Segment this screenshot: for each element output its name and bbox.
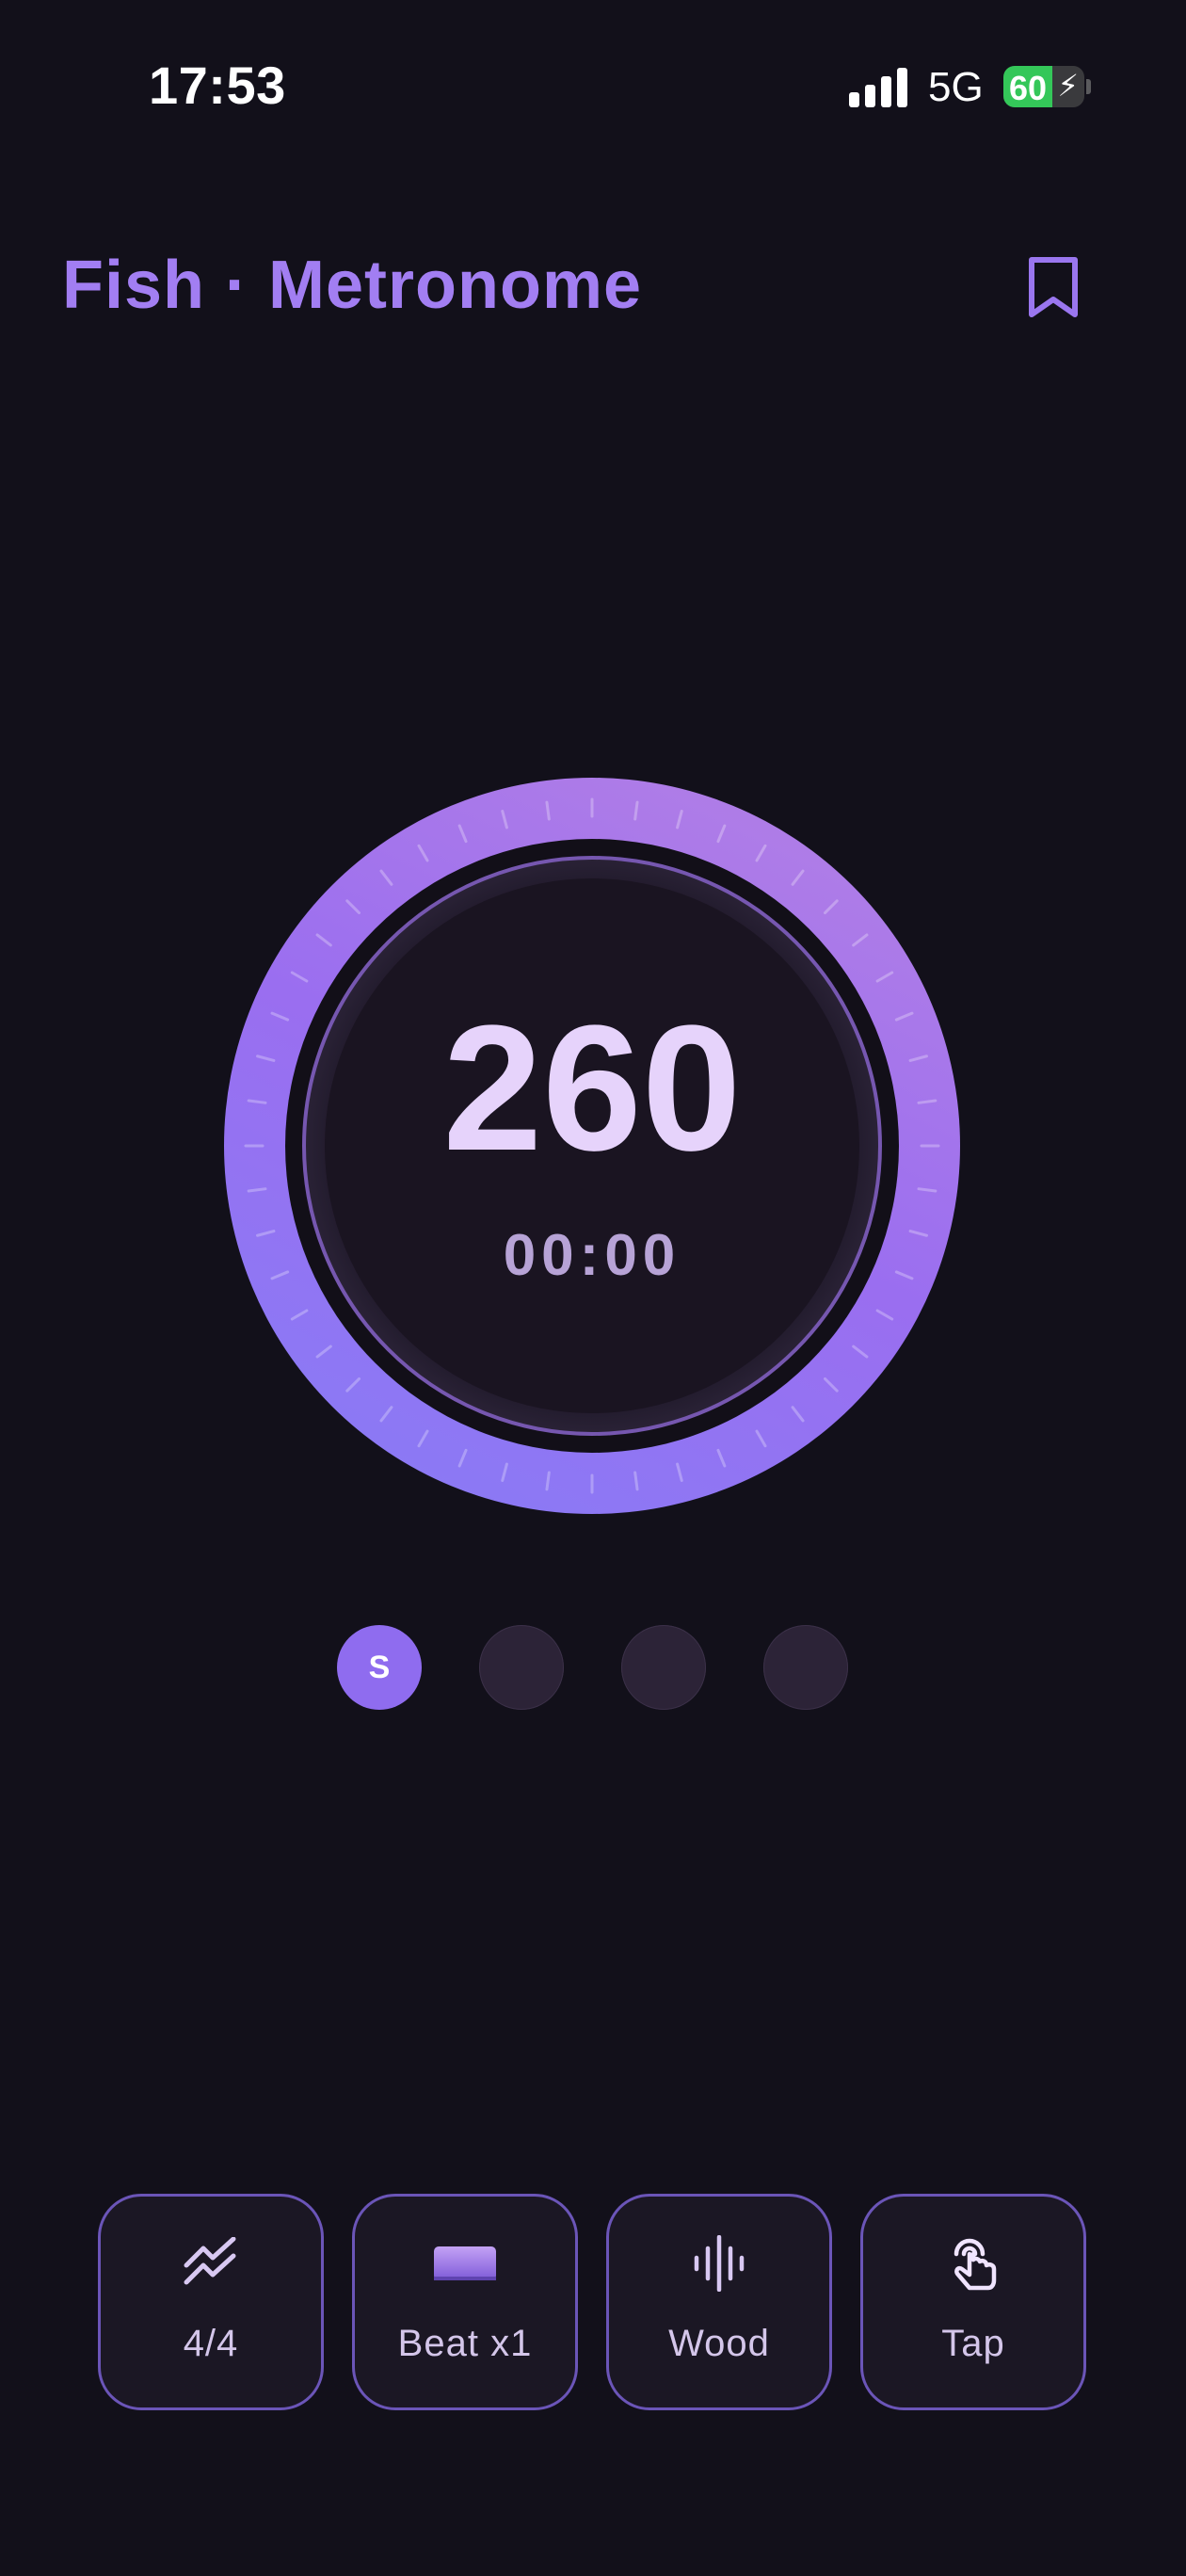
beat-indicator-label	[479, 1625, 564, 1710]
app-title: Fish · Metronome	[62, 248, 643, 323]
beat-pad-icon	[355, 2230, 575, 2296]
elapsed-timer: 00:00	[503, 1223, 681, 1288]
beat-indicator-label: S	[368, 1650, 391, 1685]
tap-tempo-button[interactable]: Tap	[860, 2194, 1086, 2410]
beat-indicator-label	[621, 1625, 706, 1710]
sound-label: Wood	[668, 2323, 770, 2364]
status-time: 17:53	[149, 56, 286, 115]
beat-indicator-4[interactable]	[763, 1625, 848, 1710]
sound-wave-icon	[609, 2230, 829, 2296]
beat-indicator-1[interactable]: S	[337, 1625, 422, 1710]
tempo-dial[interactable]: 260 00:00	[224, 778, 960, 1514]
control-bar: 4/4 Beat x1 Wood Tap	[98, 2194, 1088, 2412]
time-signature-label: 4/4	[183, 2323, 239, 2364]
tap-hand-icon	[863, 2230, 1083, 2296]
beat-multiplier-label: Beat x1	[397, 2323, 533, 2364]
sound-button[interactable]: Wood	[606, 2194, 832, 2410]
beat-multiplier-button[interactable]: Beat x1	[352, 2194, 578, 2410]
network-type: 5G	[928, 64, 984, 110]
beat-indicator-3[interactable]	[621, 1625, 706, 1710]
cellular-signal-icon	[849, 66, 909, 107]
beat-indicator-label	[763, 1625, 848, 1710]
status-bar: 17:53 5G 60 ⚡	[0, 0, 1186, 179]
charging-bolt-icon: ⚡	[1057, 69, 1079, 103]
bookmark-icon[interactable]	[1026, 256, 1081, 318]
tap-label: Tap	[941, 2323, 1005, 2364]
beat-indicator-2[interactable]	[479, 1625, 564, 1710]
battery-percent: 60	[1009, 69, 1048, 107]
time-signature-icon	[101, 2230, 321, 2296]
time-signature-button[interactable]: 4/4	[98, 2194, 324, 2410]
battery-nub	[1086, 79, 1091, 94]
beat-indicators: S	[337, 1625, 849, 1712]
bpm-value[interactable]: 260	[224, 999, 960, 1178]
battery-icon: 60 ⚡	[1003, 66, 1084, 107]
